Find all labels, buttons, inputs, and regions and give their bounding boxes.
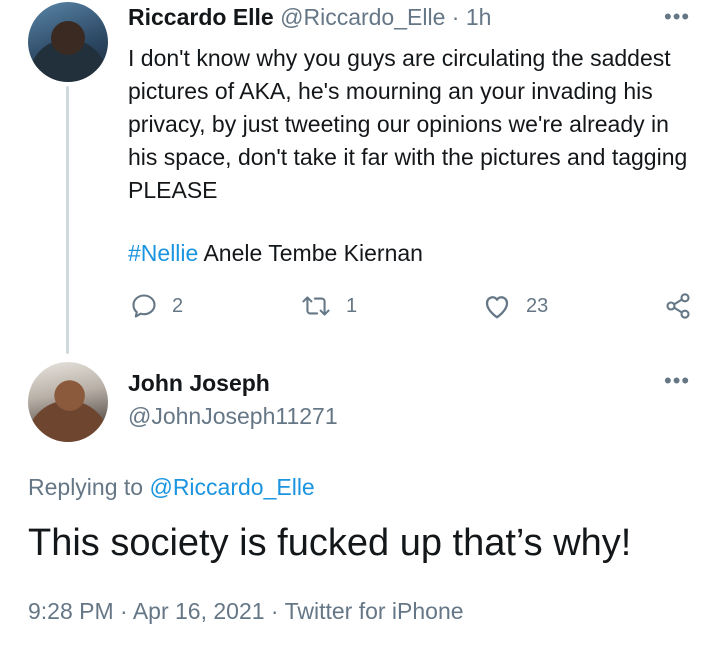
tweet-text: This society is fucked up that’s why! [28, 522, 632, 564]
retweet-icon [300, 292, 332, 320]
share-icon [664, 292, 692, 320]
author-name[interactable]: Riccardo Elle [128, 4, 274, 30]
share-button[interactable] [664, 292, 692, 320]
separator: · [264, 598, 285, 624]
tag-text: Anele Tembe Kiernan [198, 240, 423, 266]
replying-to: Replying to @Riccardo_Elle [28, 474, 315, 501]
tweet-meta: 9:28 PM · Apr 16, 2021 · Twitter for iPh… [28, 598, 464, 625]
author-handle[interactable]: @JohnJoseph11271 [128, 403, 338, 430]
tweet-date[interactable]: Apr 16, 2021 [133, 598, 265, 624]
reply-count: 2 [172, 294, 184, 317]
tweet-text: I don't know why you guys are circulatin… [128, 45, 688, 203]
author-handle[interactable]: @Riccardo_Elle [280, 4, 445, 30]
tweet-header: Riccardo Elle @Riccardo_Elle · 1h [128, 4, 491, 31]
retweet-count: 1 [346, 294, 358, 317]
separator: · [113, 598, 133, 624]
thread-connector-line [66, 86, 69, 354]
avatar[interactable] [28, 362, 108, 442]
reply-icon [130, 292, 158, 320]
retweet-button[interactable]: 1 [300, 292, 357, 320]
tweet-tags: #Nellie Anele Tembe Kiernan [128, 240, 423, 267]
like-count: 23 [526, 294, 549, 317]
like-icon [482, 292, 512, 320]
tweet-time[interactable]: 9:28 PM [28, 598, 114, 624]
more-options-icon[interactable]: ••• [664, 6, 690, 28]
hashtag-link[interactable]: #Nellie [128, 240, 198, 266]
separator: · [451, 4, 460, 30]
tweet-time[interactable]: 1h [466, 4, 492, 30]
more-options-icon[interactable]: ••• [664, 370, 690, 392]
replying-prefix: Replying to [28, 474, 150, 500]
like-button[interactable]: 23 [482, 292, 548, 320]
reply-button[interactable]: 2 [130, 292, 183, 320]
author-name[interactable]: John Joseph [128, 370, 270, 397]
avatar[interactable] [28, 2, 108, 82]
mention-link[interactable]: @Riccardo_Elle [149, 474, 314, 500]
tweet-source[interactable]: Twitter for iPhone [285, 598, 464, 624]
